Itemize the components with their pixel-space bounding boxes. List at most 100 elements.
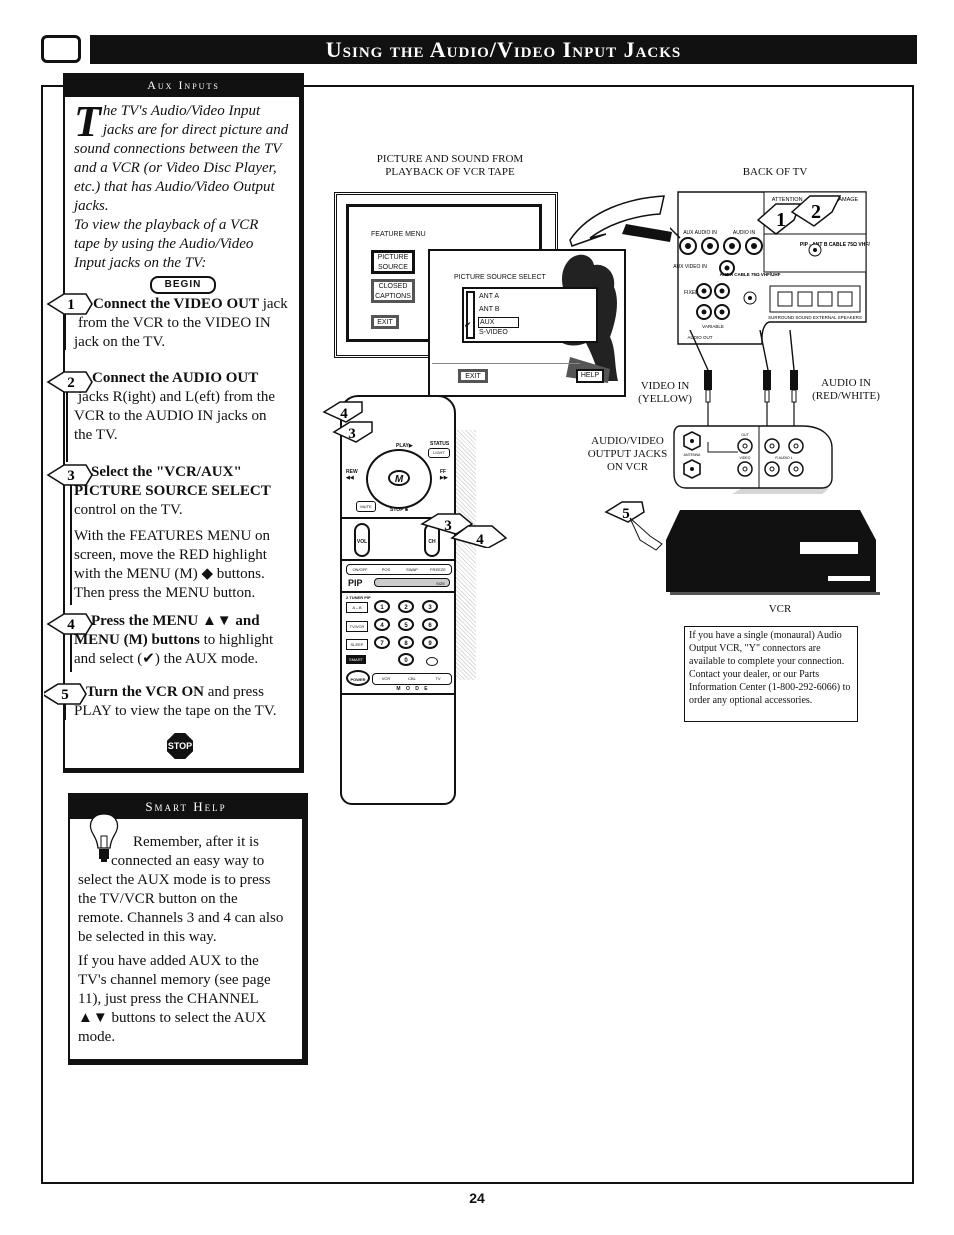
option-s-video[interactable]: S-VIDEO <box>479 329 508 336</box>
caption-line: OUTPUT JACKS <box>587 448 668 460</box>
svg-text:1: 1 <box>776 209 786 231</box>
source-help-button[interactable]: HELP <box>576 369 604 383</box>
badge-1: 1 <box>756 203 802 235</box>
step-2-bold: Connect the AUDIO OUT <box>92 370 259 386</box>
remote-small-button[interactable] <box>426 657 438 666</box>
caption-line: (RED/WHITE) <box>812 390 880 402</box>
step-1-bold: Connect the VIDEO OUT <box>93 296 259 312</box>
digit-4-button[interactable]: 4 <box>374 618 390 631</box>
mode-cbl-button[interactable]: CBL <box>399 674 425 684</box>
step-2-text: jacks R(ight) and L(eft) from the <box>78 389 276 405</box>
remote-sleep-button[interactable]: SLEEP <box>346 639 368 650</box>
help-line: 11), just press the CHANNEL <box>78 991 259 1007</box>
remote-size-button[interactable]: SIZE <box>374 578 450 587</box>
feature-exit-button[interactable]: EXIT <box>371 315 399 329</box>
svg-text:4: 4 <box>340 406 348 422</box>
digit-9-button[interactable]: 9 <box>422 636 438 649</box>
antenna-label: ANTENNA <box>684 453 701 457</box>
intro-line: tape by using the Audio/Video <box>74 236 254 252</box>
page-title: Using the Audio/Video Input Jacks <box>90 35 917 64</box>
step-2: Connect the AUDIO OUT jacks R(ight) and … <box>74 369 304 445</box>
caption-line: PLAYBACK OF VCR TAPE <box>385 166 515 178</box>
step-badges-tv: 1 2 <box>756 195 842 235</box>
pip-pos-button[interactable]: POS <box>373 565 399 574</box>
option-ant-a[interactable]: ANT A <box>479 293 499 300</box>
svg-text:4: 4 <box>476 532 484 548</box>
remote-ab-button[interactable]: A↔B <box>346 602 368 613</box>
tv-icon <box>41 35 81 63</box>
pip-on-off-button[interactable]: ON/OFF <box>347 565 373 574</box>
caption-line: AUDIO/VIDEO <box>591 435 664 447</box>
out-label: OUT <box>741 433 749 437</box>
digit-0-button[interactable]: 0 <box>398 653 414 666</box>
ant-a-label: ANT A CABLE 75Ω VHF/UHF <box>720 272 781 277</box>
digit-7-button[interactable]: 7 <box>374 636 390 649</box>
audio-in-caption: AUDIO IN (RED/WHITE) <box>806 377 886 403</box>
picture-source-button[interactable]: PICTURE SOURCE <box>371 250 415 274</box>
badge-2: 2 <box>790 195 842 227</box>
digit-3-button[interactable]: 3 <box>422 600 438 613</box>
vcr-caption: VCR <box>768 603 792 615</box>
video-in-caption: VIDEO IN (YELLOW) <box>630 380 700 406</box>
intro-line: sound connections between the TV <box>74 141 282 157</box>
step-2-text: the TV. <box>74 427 118 443</box>
step-2-text: VCR to the AUDIO IN jacks on <box>74 408 267 424</box>
option-aux-selected[interactable]: AUX <box>478 317 519 328</box>
help-line: ▲▼ buttons to select the AUX <box>78 1010 267 1026</box>
svg-text:2: 2 <box>811 201 821 223</box>
caption-line: VIDEO IN <box>640 380 690 392</box>
remote-pip-label: PIP <box>348 578 363 588</box>
help-line: remote. Channels 3 and 4 can also <box>78 910 284 926</box>
digit-2-button[interactable]: 2 <box>398 600 414 613</box>
mode-tv-button[interactable]: TV <box>425 674 451 684</box>
digit-1-button[interactable]: 1 <box>374 600 390 613</box>
step-5-bold: Turn the VCR ON <box>86 684 204 700</box>
aux-audio-in-label: AUX AUDIO IN <box>683 230 717 236</box>
remote-smart-button[interactable]: SMART <box>346 655 366 664</box>
intro-line: Input jacks on the TV: <box>74 255 207 271</box>
step-3-bold: Select the "VCR/AUX" <box>91 464 242 480</box>
digit-8-button[interactable]: 8 <box>398 636 414 649</box>
stop-sign-icon: STOP <box>167 733 193 759</box>
step-4-bold: Press the MENU ▲▼ and <box>91 613 260 629</box>
step-5: Turn the VCR ON and press PLAY to view t… <box>74 683 306 721</box>
step-number: 5 <box>61 687 69 703</box>
svg-text:3: 3 <box>348 426 356 442</box>
step-3-text: control on the TV. <box>74 502 183 518</box>
svg-text:3: 3 <box>444 518 452 534</box>
remote-pip-buttons: ON/OFF POS SWAP FREEZE <box>346 564 452 575</box>
variable-label: VARIABLE <box>702 324 724 329</box>
pip-freeze-button[interactable]: FREEZE <box>425 565 451 574</box>
intro-line: and a VCR (or Video Disc Player, <box>74 160 277 176</box>
pip-swap-button[interactable]: SWAP <box>399 565 425 574</box>
help-line: If you have added AUX to the <box>78 953 259 969</box>
step-5-text: and press <box>203 684 264 700</box>
digit-6-button[interactable]: 6 <box>422 618 438 631</box>
step-3-text: With the FEATURES MENU on <box>74 528 271 544</box>
caption-line: (YELLOW) <box>638 393 692 405</box>
intro-line: jacks. <box>74 198 109 214</box>
step-3-bold-2: PICTURE SOURCE SELECT <box>74 483 271 499</box>
step-3-text: with the MENU (M) ◆ buttons. <box>74 566 265 582</box>
intro-line: jacks are for direct picture and <box>102 122 289 138</box>
remote-power-button[interactable]: POWER <box>346 670 370 686</box>
audio-label: R AUDIO L <box>775 456 792 460</box>
step-4: Press the MENU ▲▼ and MENU (M) buttons t… <box>74 612 304 669</box>
mode-vcr-button[interactable]: VCR <box>373 674 399 684</box>
remote-tvvcr-button[interactable]: TV/VCR <box>346 621 368 632</box>
step-5-text: PLAY to view the tape on the TV. <box>74 703 277 719</box>
digit-5-button[interactable]: 5 <box>398 618 414 631</box>
intro-line: etc.) that has Audio/Video Output <box>74 179 275 195</box>
source-exit-button[interactable]: EXIT <box>458 369 488 383</box>
vcr-illustration: 5 <box>604 501 880 595</box>
help-line: connected an easy way to <box>111 853 265 869</box>
option-ant-b[interactable]: ANT B <box>479 306 500 313</box>
caption-line: ON VCR <box>606 461 649 473</box>
caption-line: AUDIO IN <box>821 377 871 389</box>
help-line: Remember, after it is <box>133 834 260 850</box>
help-line: select the AUX mode is to press <box>78 872 271 888</box>
step-1-text: from the VCR to the VIDEO IN <box>78 315 271 331</box>
step-3: Select the "VCR/AUX" PICTURE SOURCE SELE… <box>74 463 304 603</box>
intro-line: he TV's Audio/Video Input <box>102 103 261 119</box>
closed-captions-button[interactable]: CLOSED CAPTIONS <box>371 279 415 303</box>
